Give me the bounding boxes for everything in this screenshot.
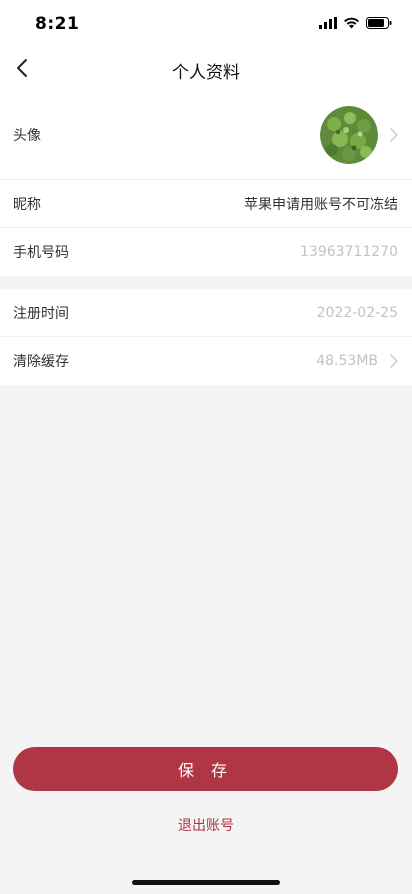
clear-cache-label: 清除缓存 bbox=[13, 354, 69, 370]
navigation-bar: 个人资料 bbox=[0, 46, 412, 90]
avatar-label: 头像 bbox=[13, 127, 41, 144]
chevron-right-icon bbox=[390, 127, 398, 142]
save-button[interactable]: 保 存 bbox=[13, 747, 398, 791]
cache-size-value: 48.53MB bbox=[316, 353, 378, 369]
clear-cache-row[interactable]: 清除缓存 48.53MB bbox=[0, 337, 412, 385]
battery-icon bbox=[366, 17, 392, 29]
home-indicator bbox=[132, 880, 280, 885]
wifi-icon bbox=[344, 17, 359, 29]
chevron-right-icon bbox=[390, 354, 398, 368]
register-time-row: 注册时间 2022-02-25 bbox=[0, 289, 412, 337]
logout-button[interactable]: 退出账号 bbox=[0, 815, 412, 835]
page-title: 个人资料 bbox=[172, 63, 240, 83]
phone-row: 手机号码 13963711270 bbox=[0, 228, 412, 276]
account-section: 注册时间 2022-02-25 清除缓存 48.53MB bbox=[0, 289, 412, 385]
nickname-row[interactable]: 昵称 苹果申请用账号不可冻结 bbox=[0, 180, 412, 228]
register-time-value: 2022-02-25 bbox=[316, 304, 398, 321]
profile-section: 头像 昵称 苹果申请用账号不可冻结 手机号码 13963711270 bbox=[0, 90, 412, 276]
cellular-signal-icon bbox=[319, 17, 337, 29]
avatar[interactable] bbox=[320, 106, 378, 164]
nickname-label: 昵称 bbox=[13, 196, 41, 213]
avatar-row[interactable]: 头像 bbox=[0, 90, 412, 180]
status-icons bbox=[319, 15, 392, 31]
nickname-value: 苹果申请用账号不可冻结 bbox=[244, 196, 398, 213]
status-bar: 8:21 bbox=[0, 0, 412, 46]
register-time-label: 注册时间 bbox=[13, 305, 69, 322]
phone-value: 13963711270 bbox=[300, 244, 398, 260]
status-time: 8:21 bbox=[35, 14, 80, 34]
avatar-image bbox=[320, 106, 378, 164]
phone-label: 手机号码 bbox=[13, 245, 69, 261]
